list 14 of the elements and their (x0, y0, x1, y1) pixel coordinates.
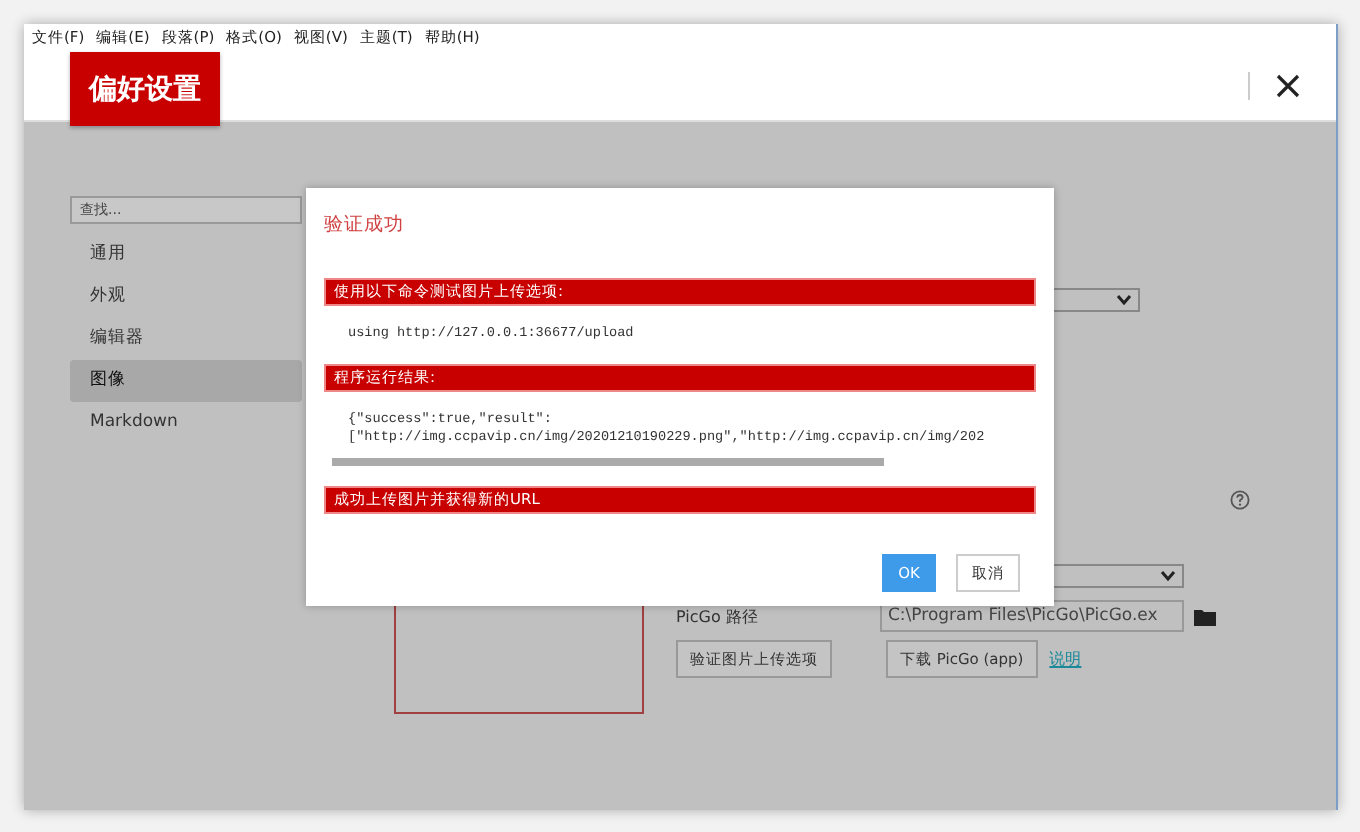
folder-icon[interactable] (1194, 607, 1216, 625)
field-label: PicGo 路径 (676, 605, 760, 627)
sidebar-item[interactable]: 通用 (70, 234, 302, 276)
sidebar-item[interactable]: 外观 (70, 276, 302, 318)
sidebar-item[interactable]: 图像 (70, 360, 302, 402)
chevron-icon (1116, 294, 1132, 306)
dialog-title: 验证成功 (324, 212, 406, 238)
sidebar-item[interactable]: Markdown (70, 402, 302, 444)
scrollbar[interactable] (332, 458, 884, 466)
sidebar-item[interactable]: 编辑器 (70, 318, 302, 360)
window-title: 偏好设置 (70, 52, 220, 126)
close-icon[interactable] (1276, 74, 1300, 98)
chevron-icon (1160, 570, 1176, 582)
help-icon[interactable] (1230, 490, 1250, 510)
